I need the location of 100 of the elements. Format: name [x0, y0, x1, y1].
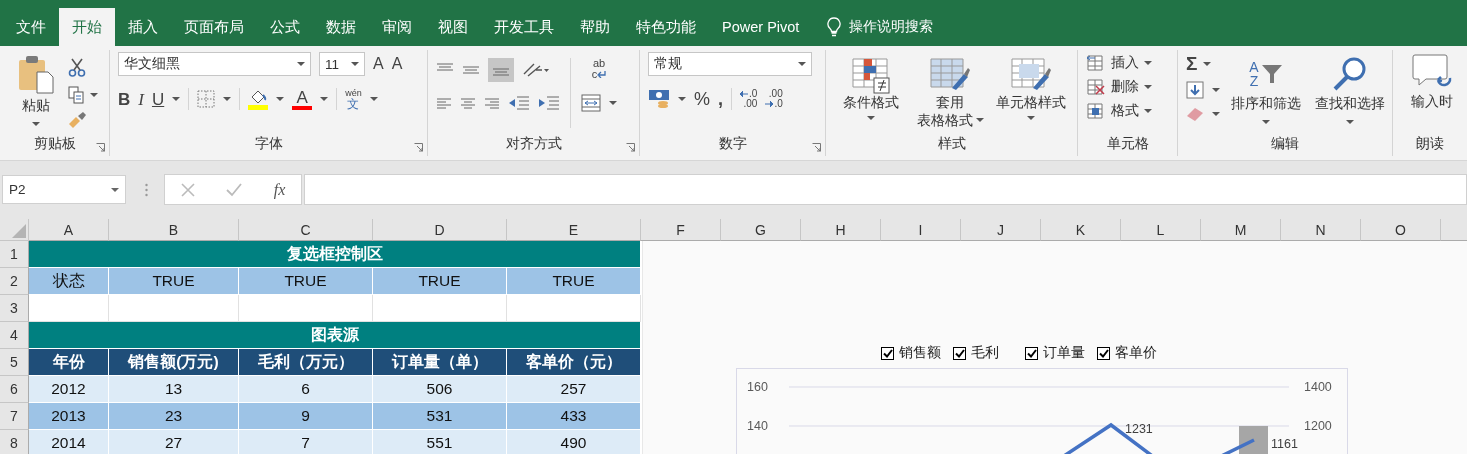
column-header[interactable]: G [721, 219, 801, 241]
row-header[interactable]: 3 [0, 295, 29, 322]
column-header[interactable]: B [109, 219, 239, 241]
decrease-decimal-button[interactable]: .00 .0 [765, 88, 783, 110]
ribbon-tab[interactable]: 特色功能 [623, 8, 709, 46]
caret-icon[interactable] [369, 97, 378, 101]
ribbon-tab[interactable]: 数据 [313, 8, 369, 46]
column-header[interactable]: M [1201, 219, 1281, 241]
wrap-text-button[interactable]: ab c [581, 58, 617, 80]
column-header[interactable]: L [1121, 219, 1201, 241]
ribbon-tab[interactable]: 插入 [115, 8, 171, 46]
row-header[interactable]: 2 [0, 268, 29, 295]
column-header[interactable]: D [373, 219, 507, 241]
caret-icon[interactable] [1212, 88, 1220, 92]
column-header[interactable]: J [961, 219, 1041, 241]
column-header[interactable]: I [881, 219, 961, 241]
row-header[interactable]: 4 [0, 322, 29, 349]
caret-icon[interactable] [1212, 112, 1220, 116]
increase-decimal-button[interactable]: .0 .00 [740, 88, 758, 110]
ribbon-tab[interactable]: 文件 [3, 8, 59, 46]
style-button[interactable]: 单元格样式 [993, 56, 1069, 132]
formula-input[interactable] [304, 174, 1467, 205]
row-header[interactable]: 5 [0, 349, 29, 376]
caret-icon[interactable] [320, 97, 329, 101]
scissors-icon[interactable] [68, 58, 86, 78]
font-name-field[interactable]: 华文细黑 [118, 52, 311, 76]
column-header[interactable]: N [1281, 219, 1361, 241]
autosum-button[interactable]: Σ [1186, 54, 1220, 73]
ribbon-tab[interactable]: 公式 [257, 8, 313, 46]
table-cell: 257 [507, 376, 641, 403]
caret-icon [1144, 109, 1152, 113]
merge-center-icon[interactable] [581, 94, 601, 112]
percent-button[interactable]: % [694, 90, 710, 108]
dialog-launcher-icon[interactable] [414, 143, 423, 152]
dialog-launcher-icon[interactable] [812, 143, 821, 152]
column-header[interactable]: F [641, 219, 721, 241]
column-header[interactable]: H [801, 219, 881, 241]
caret-icon[interactable] [172, 97, 181, 101]
name-box[interactable]: P2 [2, 175, 126, 204]
dialog-launcher-icon[interactable] [626, 143, 635, 152]
column-header[interactable]: A [29, 219, 109, 241]
sort-filter-button[interactable]: A Z 排序和筛选 [1228, 54, 1304, 132]
paste-button[interactable]: 粘贴 [14, 52, 58, 132]
checkbox[interactable] [881, 346, 894, 360]
underline-button[interactable]: U [151, 90, 165, 108]
insert-function-button[interactable]: fx [273, 180, 286, 199]
column-heading-cell: 年份 [29, 349, 109, 376]
style-button[interactable]: 条件格式 [834, 56, 908, 132]
ribbon-tab[interactable]: 开发工具 [481, 8, 567, 46]
copy-icon[interactable] [68, 86, 84, 104]
cells-button[interactable]: 删除 [1086, 78, 1169, 96]
increase-font-size-button[interactable]: A [373, 56, 384, 72]
row-header[interactable]: 7 [0, 403, 29, 430]
read-aloud-button[interactable]: 输入时 [1401, 52, 1456, 132]
column-header[interactable]: O [1361, 219, 1441, 241]
ribbon-tab[interactable]: 开始 [59, 8, 115, 46]
caret-icon[interactable] [609, 101, 617, 105]
font-color-button[interactable]: A [292, 88, 313, 110]
comma-style-button[interactable]: , [718, 90, 724, 108]
find-select-button[interactable]: 查找和选择 [1312, 54, 1388, 132]
increase-indent-icon[interactable] [538, 96, 560, 112]
ribbon-tab[interactable]: 视图 [425, 8, 481, 46]
caret-icon[interactable] [223, 97, 232, 101]
checkbox[interactable] [1025, 346, 1038, 360]
font-size-field[interactable]: 11 [319, 52, 365, 76]
checkbox[interactable] [953, 346, 966, 360]
style-button[interactable]: 套用 表格格式 [913, 56, 987, 132]
column-header[interactable]: C [239, 219, 373, 241]
bold-button[interactable]: B [118, 90, 131, 108]
group-label: 朗读 [1416, 135, 1444, 153]
caret-icon[interactable] [678, 97, 686, 101]
ribbon-tab[interactable]: Power Pivot [709, 8, 813, 46]
cells-button[interactable]: 格式 [1086, 102, 1169, 120]
caret-icon[interactable] [90, 93, 98, 97]
ribbon-tab[interactable]: 审阅 [369, 8, 425, 46]
ribbon-tab[interactable]: 页面布局 [171, 8, 257, 46]
fill-color-icon[interactable] [248, 88, 269, 110]
fill-down-icon[interactable] [1186, 81, 1204, 99]
decrease-font-size-button[interactable]: A [391, 56, 403, 72]
orientation-icon[interactable] [522, 62, 550, 78]
table-cell: 13 [109, 376, 239, 403]
row-header[interactable]: 6 [0, 376, 29, 403]
dialog-launcher-icon[interactable] [96, 143, 105, 152]
axis-tick-label: 1400 [1304, 380, 1332, 394]
phonetic-guide-button[interactable]: wén 文 [345, 88, 362, 110]
ribbon-tab[interactable]: 帮助 [567, 8, 623, 46]
check-icon[interactable] [226, 182, 243, 197]
column-header[interactable]: K [1041, 219, 1121, 241]
caret-icon[interactable] [276, 97, 285, 101]
format-painter-icon[interactable] [68, 112, 86, 128]
money-icon[interactable] [648, 89, 670, 109]
decrease-indent-icon[interactable] [508, 96, 530, 112]
cells-button[interactable]: 插入 [1086, 54, 1169, 72]
tell-me-search[interactable]: 操作说明搜索 [849, 18, 934, 36]
row-header[interactable]: 1 [0, 241, 29, 268]
checkbox[interactable] [1097, 346, 1110, 360]
number-format-field[interactable]: 常规 [648, 52, 812, 76]
column-header[interactable]: E [507, 219, 641, 241]
italic-button[interactable]: I [138, 90, 144, 108]
row-header[interactable]: 8 [0, 430, 29, 454]
